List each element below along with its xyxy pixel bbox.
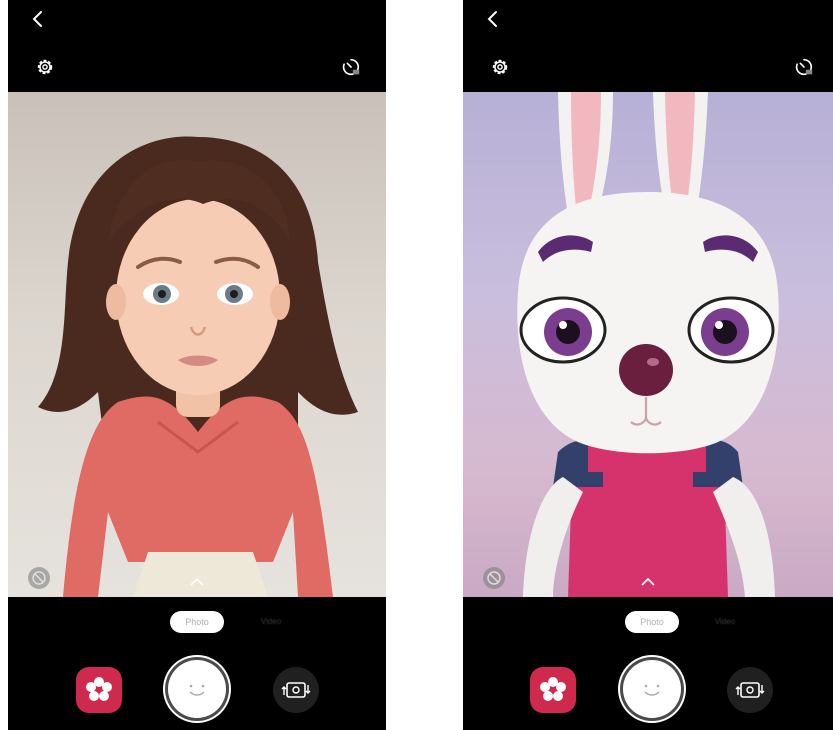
camera-controls [8,647,386,730]
sticker-flower-icon [540,677,566,701]
timer-icon[interactable] [340,56,362,78]
mode-video-tab[interactable]: Video [253,616,289,628]
camera-controls [463,647,833,730]
avatar-girl [38,136,358,597]
mode-selector: Photo Video [463,597,833,647]
switch-camera-button[interactable] [273,667,319,713]
mode-photo-tab[interactable]: Photo [170,611,224,633]
no-sticker-icon[interactable] [483,567,505,589]
top-bar [8,0,386,92]
settings-gear-icon[interactable] [34,56,56,78]
avatar-bunny [517,92,779,597]
camera-viewfinder[interactable] [463,92,833,597]
timer-icon[interactable] [793,56,815,78]
mode-photo-tab[interactable]: Photo [625,611,679,633]
chevron-up-icon[interactable] [189,577,205,587]
shutter-button[interactable] [620,657,684,721]
switch-camera-button[interactable] [727,667,773,713]
back-icon[interactable] [483,8,503,30]
sticker-flower-icon [86,677,112,701]
no-sticker-icon[interactable] [28,567,50,589]
top-bar [463,0,833,92]
sticker-button[interactable] [76,667,122,713]
switch-camera-icon [281,682,311,698]
mode-selector: Photo Video [8,597,386,647]
sticker-button[interactable] [530,667,576,713]
settings-gear-icon[interactable] [489,56,511,78]
switch-camera-icon [735,682,765,698]
phone-screen-left: Photo Video [8,0,386,730]
back-icon[interactable] [28,8,48,30]
smiley-shutter-icon [644,684,660,696]
shutter-button[interactable] [165,657,229,721]
camera-viewfinder[interactable] [8,92,386,597]
phone-screen-right: Photo Video [463,0,833,730]
chevron-up-icon[interactable] [640,577,656,587]
smiley-shutter-icon [189,684,205,696]
mode-video-tab[interactable]: Video [707,616,743,628]
